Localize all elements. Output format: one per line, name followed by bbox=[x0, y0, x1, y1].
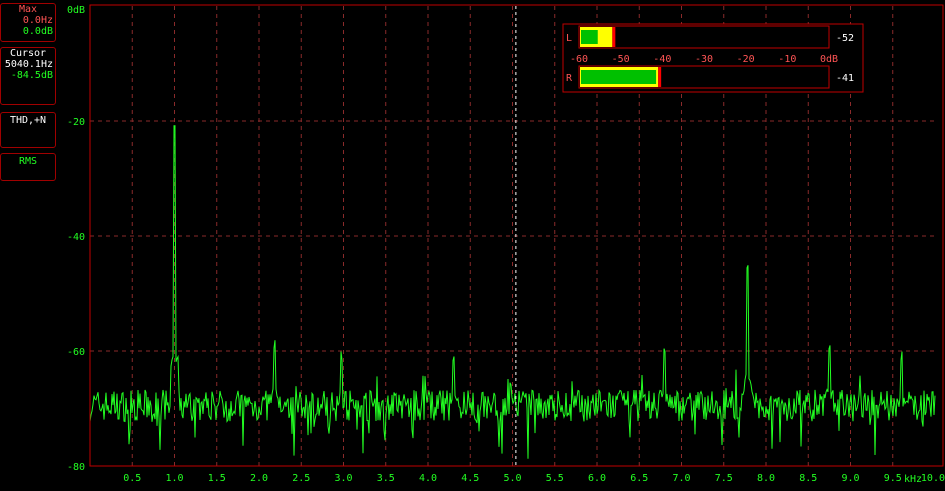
level-meter: L -52 R -41 -60 -50 -40 -30 -20 -10 0dB bbox=[562, 23, 864, 93]
meter-scale-label: -10 bbox=[778, 54, 796, 65]
cursor-panel[interactable]: Cursor 5040.1Hz -84.5dB bbox=[0, 47, 56, 105]
rms-panel[interactable]: RMS bbox=[0, 153, 56, 181]
x-tick-label: 0.5 bbox=[123, 473, 141, 484]
meter-value: -41 bbox=[836, 73, 854, 84]
x-tick-label: 6.0 bbox=[588, 473, 606, 484]
meter-level-bar bbox=[581, 70, 657, 84]
meter-scale-label: 0dB bbox=[820, 54, 838, 65]
cursor-level: -84.5dB bbox=[10, 70, 53, 81]
x-tick-label: 10.0 bbox=[921, 473, 945, 484]
y-tick-label: -20 bbox=[67, 117, 85, 128]
spectrum-chart[interactable]: 0dB -20 -40 -60 -80 0.5 1.0 1.5 2.0 2.5 3.0 3.5 4.0… bbox=[0, 0, 945, 491]
x-tick-label: 4.0 bbox=[419, 473, 437, 484]
x-tick-label: 6.5 bbox=[630, 473, 648, 484]
rms-label: RMS bbox=[18, 156, 38, 167]
x-tick-label: 4.5 bbox=[461, 473, 479, 484]
x-tick-label: 1.0 bbox=[165, 473, 183, 484]
x-tick-label: 8.0 bbox=[757, 473, 775, 484]
x-tick-label: 9.0 bbox=[841, 473, 859, 484]
meter-value: -52 bbox=[836, 33, 854, 44]
thd-panel[interactable]: THD,+N bbox=[0, 112, 56, 148]
meter-scale-label: -50 bbox=[612, 54, 630, 65]
y-tick-label: 0dB bbox=[67, 5, 85, 16]
meter-level-bar bbox=[581, 30, 598, 44]
max-freq: 0.0Hz bbox=[22, 15, 53, 26]
max-panel[interactable]: Max 0.0Hz 0.0dB bbox=[0, 3, 56, 42]
meter-peak-marker bbox=[612, 27, 616, 47]
y-axis-ticks: 0dB -20 -40 -60 -80 bbox=[67, 5, 85, 473]
x-tick-label: 9.5 bbox=[884, 473, 902, 484]
cursor-label: Cursor bbox=[9, 48, 47, 59]
thd-label: THD,+N bbox=[9, 115, 47, 126]
meter-channel-label: R bbox=[566, 73, 573, 84]
x-tick-label: 2.5 bbox=[292, 473, 310, 484]
x-axis-ticks: 0.5 1.0 1.5 2.0 2.5 3.0 3.5 4.0 4.5 5.0 5.5 6.0 6.5 7… bbox=[123, 473, 945, 484]
x-tick-label: 2.0 bbox=[250, 473, 268, 484]
y-tick-label: -80 bbox=[67, 462, 85, 473]
y-tick-label: -40 bbox=[67, 232, 85, 243]
cursor-freq: 5040.1Hz bbox=[4, 59, 53, 70]
y-tick-label: -60 bbox=[67, 347, 85, 358]
meter-scale-label: -30 bbox=[695, 54, 713, 65]
x-tick-label: 5.5 bbox=[546, 473, 564, 484]
x-axis-unit-label: kHz bbox=[904, 474, 922, 485]
x-tick-label: 3.0 bbox=[334, 473, 352, 484]
meter-scale-label: -40 bbox=[653, 54, 671, 65]
x-tick-label: 5.0 bbox=[503, 473, 521, 484]
x-tick-label: 7.5 bbox=[715, 473, 733, 484]
x-tick-label: 1.5 bbox=[208, 473, 226, 484]
x-tick-label: 8.5 bbox=[799, 473, 817, 484]
x-tick-label: 3.5 bbox=[377, 473, 395, 484]
max-level: 0.0dB bbox=[22, 26, 53, 37]
meter-peak-marker bbox=[658, 67, 662, 87]
meter-channel-label: L bbox=[566, 33, 572, 44]
max-label: Max bbox=[18, 4, 38, 15]
x-tick-label: 7.0 bbox=[672, 473, 690, 484]
meter-scale-label: -20 bbox=[737, 54, 755, 65]
meter-track bbox=[578, 25, 830, 49]
meter-scale-label: -60 bbox=[570, 54, 588, 65]
